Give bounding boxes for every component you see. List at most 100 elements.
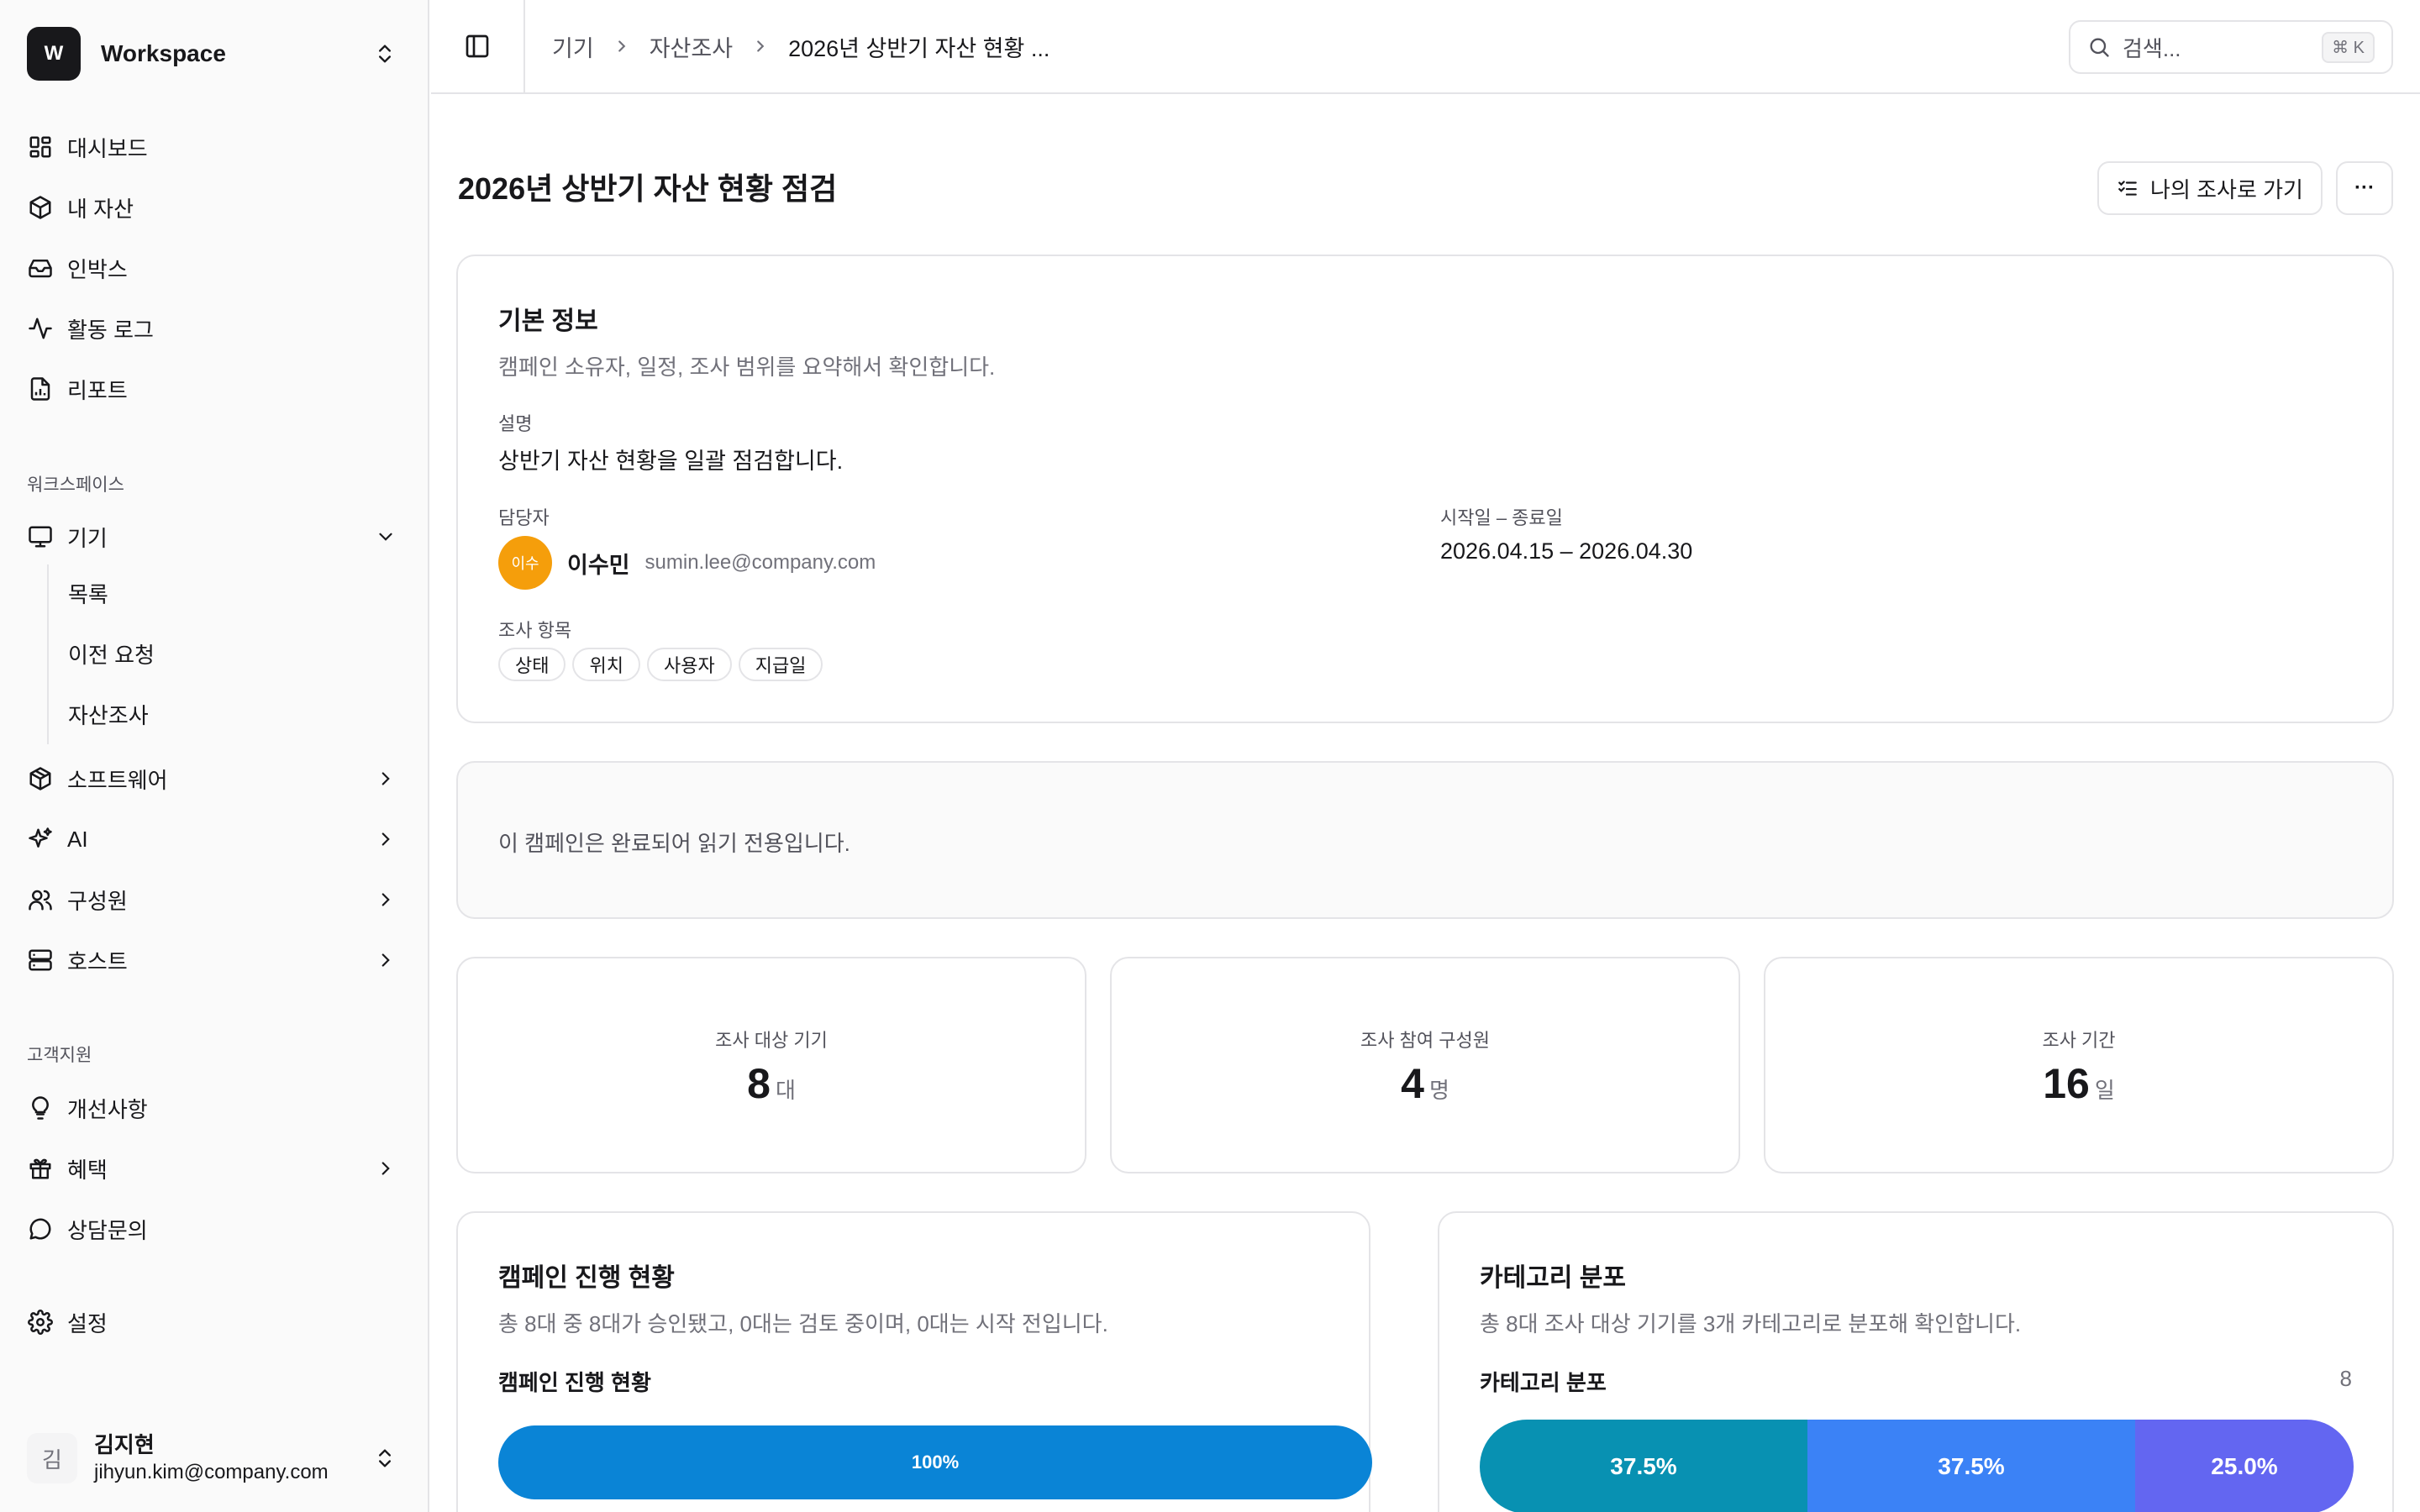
go-to-my-survey-button[interactable]: 나의 조사로 가기 (2097, 161, 2323, 215)
sidebar-item-improvements[interactable]: 개선사항 (27, 1083, 403, 1133)
search-placeholder: 검색... (2123, 35, 2181, 61)
chevron-right-icon (375, 768, 397, 790)
page-title: 2026년 상반기 자산 현황 점검 (458, 171, 838, 206)
campaign-progress-card: 캠페인 진행 현황 총 8대 중 8대가 승인됐고, 0대는 검토 중이며, 0… (456, 1211, 1372, 1512)
category-total: 8 (2339, 1366, 2352, 1391)
read-only-notice: 이 캠페인은 완료되어 읽기 전용입니다. (456, 761, 2394, 919)
users-icon (27, 886, 54, 913)
box-icon (27, 194, 54, 221)
owner-name: 이수민 (567, 552, 630, 578)
search-input[interactable]: 검색... ⌘ K (2069, 20, 2393, 74)
stat-label: 조사 기간 (2042, 1030, 2116, 1051)
breadcrumb-asset-survey[interactable]: 자산조사 (650, 30, 733, 63)
user-name: 김지현 (94, 1431, 155, 1457)
sidebar-item-label: 소프트웨어 (67, 767, 168, 793)
stat-label: 조사 대상 기기 (715, 1030, 828, 1051)
basic-info-card: 기본 정보 캠페인 소유자, 일정, 조사 범위를 요약해서 확인합니다. 설명… (456, 255, 2394, 723)
sidebar-item-label: 기기 (67, 525, 108, 551)
section-title-workspace: 워크스페이스 (27, 475, 124, 495)
sidebar-subitem-list[interactable]: 목록 (68, 568, 108, 618)
sidebar-item-benefits[interactable]: 혜택 (27, 1143, 403, 1194)
survey-item-chip: 위치 (572, 648, 640, 681)
sidebar-item-consult[interactable]: 상담문의 (27, 1204, 403, 1254)
category-distribution-card: 카테고리 분포 총 8대 조사 대상 기기를 3개 카테고리로 분포해 확인합니… (1438, 1211, 2394, 1512)
breadcrumb-devices[interactable]: 기기 (552, 30, 594, 63)
survey-items-label: 조사 항목 (498, 620, 572, 641)
category-bar: 37.5% 37.5% 25.0% (1480, 1420, 2354, 1512)
stat-label: 조사 참여 구성원 (1360, 1030, 1490, 1051)
sidebar-toggle-icon (464, 33, 491, 60)
category-subtitle: 총 8대 조사 대상 기기를 3개 카테고리로 분포해 확인합니다. (1480, 1311, 2022, 1336)
avatar: 김 (27, 1433, 77, 1483)
sidebar-item-software[interactable]: 소프트웨어 (27, 753, 403, 804)
sidebar: W Workspace 대시보드 내 자산 인박스 활동 로그 리포트 워크스페… (0, 0, 429, 1512)
user-email: jihyun.kim@company.com (94, 1461, 329, 1484)
progress-bar-label: 캠페인 진행 현황 (498, 1370, 651, 1395)
survey-item-chip: 상태 (498, 648, 566, 681)
chevron-updown-icon (373, 42, 397, 66)
sidebar-item-label: AI (67, 826, 88, 852)
progress-bar-fill: 100% (498, 1425, 1372, 1499)
stat-unit: 대 (775, 1078, 796, 1103)
checklist-icon (2117, 177, 2139, 199)
sidebar-toggle-button[interactable] (431, 0, 525, 92)
sidebar-item-ai[interactable]: AI (27, 814, 403, 864)
chevron-right-icon (613, 37, 631, 55)
progress-percent-text: 100% (911, 1452, 960, 1473)
category-segment-text: 37.5% (1938, 1453, 2005, 1479)
chevron-right-icon (375, 949, 397, 971)
basic-info-subtitle: 캠페인 소유자, 일정, 조사 범위를 요약해서 확인합니다. (498, 354, 996, 380)
search-icon (2087, 35, 2111, 59)
chevron-down-icon (375, 526, 397, 548)
description-value: 상반기 자산 현황을 일괄 점검합니다. (498, 449, 844, 474)
category-segment-3: 25.0% (2135, 1420, 2354, 1512)
basic-info-title: 기본 정보 (498, 307, 598, 335)
chevron-right-icon (375, 889, 397, 911)
dashboard-icon (27, 134, 54, 160)
sidebar-item-label: 상담문의 (67, 1217, 148, 1243)
sidebar-item-my-assets[interactable]: 내 자산 (27, 182, 403, 233)
stat-unit: 명 (1428, 1078, 1449, 1103)
sidebar-item-label: 리포트 (67, 377, 128, 403)
sidebar-item-settings[interactable]: 설정 (27, 1297, 403, 1347)
period-value: 2026.04.15 – 2026.04.30 (1440, 538, 1693, 564)
sidebar-item-dashboard[interactable]: 대시보드 (27, 122, 403, 172)
progress-title: 캠페인 진행 현황 (498, 1264, 675, 1292)
sidebar-subitem-asset-survey[interactable]: 자산조사 (68, 689, 149, 739)
breadcrumb: 기기 자산조사 2026년 상반기 자산 현황 ... (552, 0, 1050, 92)
search-shortcut: ⌘ K (2322, 31, 2375, 63)
breadcrumb-current: 2026년 상반기 자산 현황 ... (788, 35, 1050, 61)
more-options-button[interactable]: ··· (2336, 161, 2393, 215)
workspace-switcher[interactable]: W Workspace (27, 27, 403, 81)
sidebar-item-devices[interactable]: 기기 (27, 512, 403, 562)
sidebar-item-hosts[interactable]: 호스트 (27, 935, 403, 985)
sidebar-item-members[interactable]: 구성원 (27, 874, 403, 925)
sidebar-item-reports[interactable]: 리포트 (27, 364, 403, 414)
progress-subtitle: 총 8대 중 8대가 승인됐고, 0대는 검토 중이며, 0대는 시작 전입니다… (498, 1311, 1108, 1336)
chevron-right-icon (375, 1158, 397, 1179)
sidebar-subitem-transfer-requests[interactable]: 이전 요청 (68, 628, 155, 679)
sidebar-item-label: 내 자산 (67, 196, 134, 222)
stat-value: 8 (747, 1060, 771, 1107)
survey-items: 상태 위치 사용자 지급일 (498, 648, 829, 681)
workspace-name: Workspace (101, 40, 226, 66)
category-segment-2: 37.5% (1807, 1420, 2135, 1512)
server-icon (27, 947, 54, 974)
sidebar-item-label: 호스트 (67, 948, 128, 974)
chevron-right-icon (375, 828, 397, 850)
workspace-logo: W (27, 27, 81, 81)
stat-unit: 일 (2094, 1078, 2115, 1103)
category-title: 카테고리 분포 (1480, 1264, 1626, 1292)
read-only-notice-text: 이 캠페인은 완료되어 읽기 전용입니다. (498, 831, 850, 856)
category-segment-1: 37.5% (1480, 1420, 1807, 1512)
user-menu[interactable]: 김 김지현 jihyun.kim@company.com (27, 1428, 403, 1488)
chevron-right-icon (751, 37, 770, 55)
category-segment-text: 25.0% (2211, 1453, 2278, 1479)
survey-item-chip: 사용자 (646, 648, 732, 681)
progress-bar: 100% (498, 1425, 1372, 1499)
sidebar-item-label: 인박스 (67, 256, 128, 282)
period-label: 시작일 – 종료일 (1440, 507, 1563, 528)
sidebar-item-label: 활동 로그 (67, 317, 154, 343)
sidebar-item-activity-log[interactable]: 활동 로그 (27, 303, 403, 354)
sidebar-item-inbox[interactable]: 인박스 (27, 243, 403, 293)
